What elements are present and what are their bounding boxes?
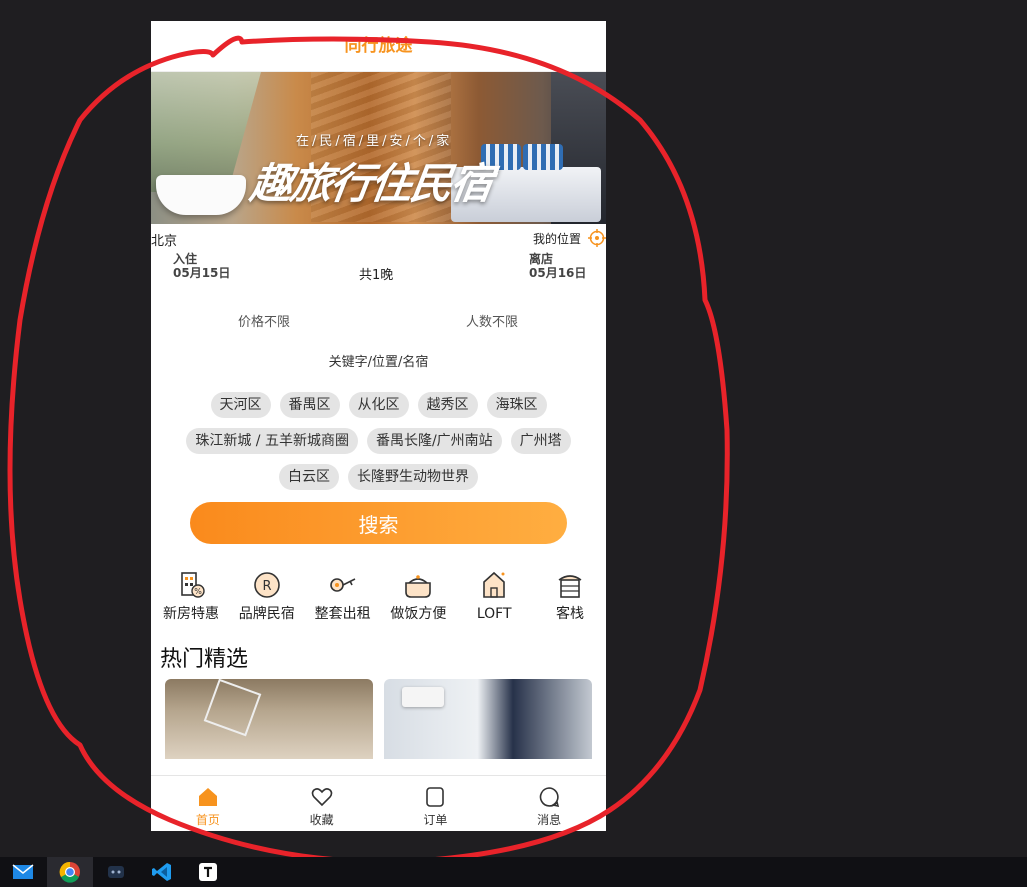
app-title: 同行旅途	[151, 21, 606, 72]
area-tag[interactable]: 白云区	[279, 464, 339, 490]
hot-card[interactable]	[165, 679, 373, 759]
message-icon	[539, 787, 560, 808]
svg-text:R: R	[262, 579, 271, 594]
area-tag[interactable]: 海珠区	[486, 392, 547, 418]
bottom-tabbar: 首页 收藏 订单 消息	[151, 775, 606, 831]
price-filter[interactable]: 价格不限	[238, 311, 290, 330]
category-loft[interactable]: LOFT	[460, 568, 528, 623]
mail-icon	[12, 864, 34, 879]
tab-orders[interactable]: 订单	[379, 776, 493, 831]
area-tag[interactable]: 珠江新城 / 五羊新城商圈	[186, 428, 358, 454]
phone-screen: 同行旅途 在/民/宿/里/安/个/家 趣旅行住民宿 北京 我的位置 入住 05月…	[151, 21, 606, 831]
area-tag[interactable]: 番禺长隆/广州南站	[366, 428, 502, 454]
location-row: 北京 我的位置	[151, 224, 606, 252]
people-filter[interactable]: 人数不限	[466, 311, 518, 330]
hot-card[interactable]	[384, 679, 592, 759]
area-tag[interactable]: 天河区	[210, 392, 271, 418]
category-row: % 新房特惠 R 品牌民宿 整套出租 做饭方便 LOFT 客栈	[151, 544, 606, 623]
date-row: 入住 05月15日 共1晚 离店 05月16日	[151, 252, 606, 290]
locate-icon[interactable]	[588, 229, 606, 247]
taskbar-typora[interactable]	[185, 857, 231, 887]
category-cooking[interactable]: 做饭方便	[384, 568, 452, 623]
chrome-icon	[59, 861, 80, 883]
city-selector[interactable]: 北京	[151, 230, 177, 249]
tab-messages[interactable]: 消息	[492, 776, 606, 831]
order-icon	[426, 787, 445, 807]
taskbar-app[interactable]	[93, 857, 139, 887]
vscode-icon	[152, 863, 171, 881]
typora-icon	[199, 863, 217, 881]
my-location-link[interactable]: 我的位置	[533, 230, 581, 247]
filter-row: 价格不限 人数不限	[151, 290, 606, 340]
brand-icon: R	[253, 572, 280, 598]
tab-favorites[interactable]: 收藏	[265, 776, 379, 831]
new-house-icon: %	[181, 572, 205, 598]
inn-icon	[558, 575, 582, 598]
banner-tagline: 在/民/宿/里/安/个/家	[296, 134, 453, 149]
taskbar-vscode[interactable]	[139, 857, 185, 887]
category-whole-rent[interactable]: 整套出租	[309, 568, 377, 623]
taskbar-chrome[interactable]	[47, 857, 93, 887]
category-brand[interactable]: R 品牌民宿	[233, 568, 301, 623]
svg-text:%: %	[194, 587, 202, 596]
banner-image[interactable]: 在/民/宿/里/安/个/家 趣旅行住民宿	[151, 72, 606, 224]
keyword-input[interactable]: 关键字/位置/名宿	[151, 340, 606, 390]
area-tag[interactable]: 从化区	[348, 392, 409, 418]
banner-window	[151, 72, 261, 192]
hot-section-title: 热门精选	[160, 647, 249, 672]
area-tags: 天河区 番禺区 从化区 越秀区 海珠区 珠江新城 / 五羊新城商圈 番禺长隆/广…	[164, 390, 594, 490]
hot-cards	[151, 679, 606, 759]
loft-icon	[483, 571, 505, 598]
taskbar-mail[interactable]	[0, 857, 46, 887]
banner-headline: 趣旅行住民宿	[247, 159, 495, 208]
category-inn[interactable]: 客栈	[536, 568, 604, 623]
banner-bathtub	[156, 175, 246, 215]
checkin-date[interactable]: 入住 05月15日	[173, 252, 230, 280]
home-icon	[198, 788, 217, 806]
area-tag[interactable]: 长隆野生动物世界	[348, 464, 478, 490]
key-icon	[329, 578, 355, 592]
area-tag[interactable]: 番禺区	[279, 392, 340, 418]
area-tag[interactable]: 越秀区	[417, 392, 478, 418]
heart-icon	[311, 788, 332, 807]
checkout-date[interactable]: 离店 05月16日	[529, 252, 586, 280]
area-tag[interactable]: 广州塔	[510, 428, 571, 454]
taskbar	[0, 857, 1027, 887]
category-new-house[interactable]: % 新房特惠	[157, 568, 225, 623]
tab-home[interactable]: 首页	[151, 776, 265, 831]
pot-icon	[405, 575, 432, 598]
app-icon	[108, 866, 124, 878]
search-button[interactable]: 搜索	[190, 502, 567, 544]
nights-count: 共1晚	[359, 268, 394, 283]
